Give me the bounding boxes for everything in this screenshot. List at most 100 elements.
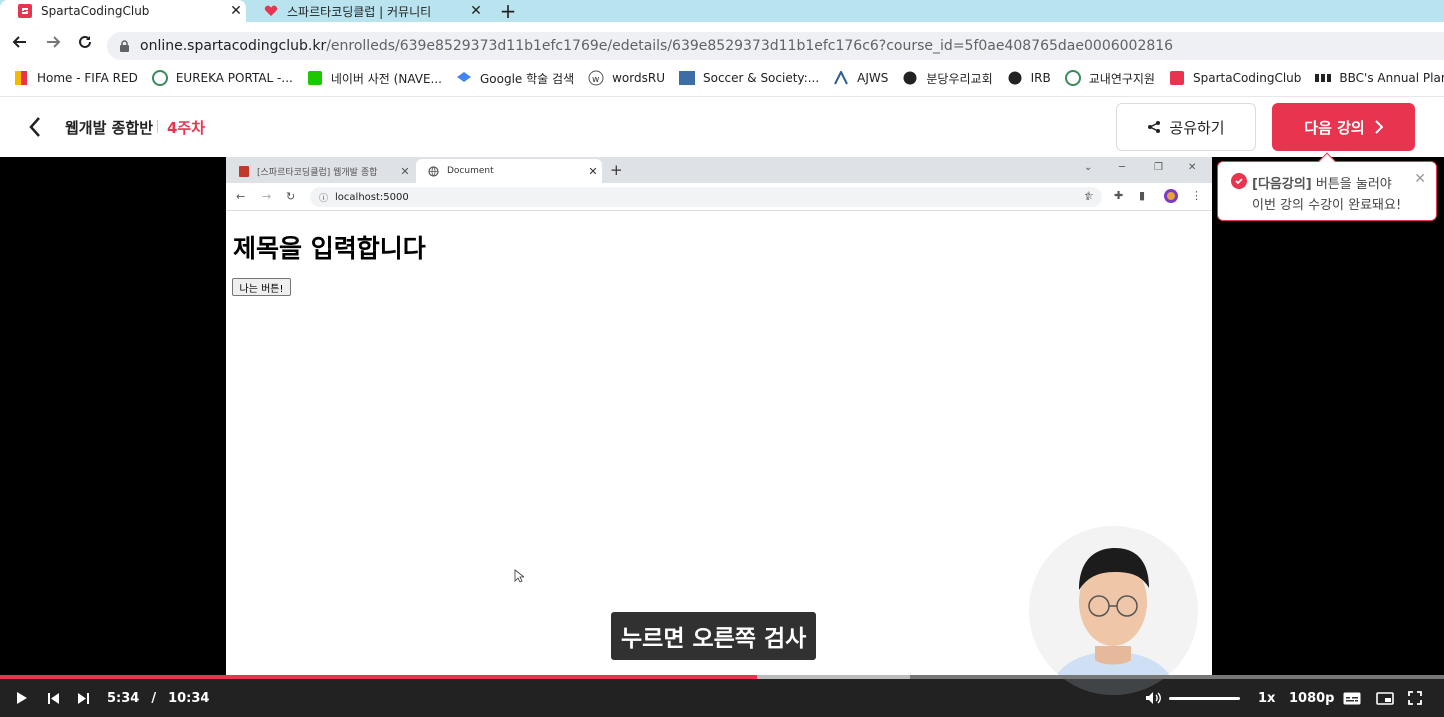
more-menu-icon: ⋮	[1191, 189, 1202, 202]
play-icon[interactable]	[12, 679, 32, 717]
sparta-favicon-icon	[1169, 70, 1185, 86]
url-host: online.spartacodingclub.kr	[140, 38, 327, 54]
profile-avatar-icon	[1164, 189, 1178, 206]
bookmark-item[interactable]: 분당우리교회	[902, 70, 993, 87]
close-tab-icon[interactable]: ✕	[226, 3, 246, 19]
url-bar[interactable]: online.spartacodingclub.kr /enrolleds/63…	[107, 32, 1444, 60]
sidepanel-icon: ▮	[1139, 189, 1146, 202]
inner-tab-lecture: [스파르타코딩클럽] 웹개발 종합 ✕	[226, 159, 414, 183]
bbc-icon	[1315, 70, 1332, 86]
next-lecture-tooltip: [다음강의] 버튼을 눌러야 이번 강의 수강이 완료돼요! ✕	[1217, 152, 1437, 221]
bookmark-item[interactable]: Google 학술 검색	[456, 70, 574, 87]
new-tab-icon: +	[610, 161, 623, 179]
bookmark-item[interactable]: 교내연구지원	[1064, 70, 1155, 87]
info-icon: ⓘ	[319, 193, 329, 204]
bookmarks-bar: Home - FIFA RED EUREKA PORTAL -... 네이버 사…	[0, 62, 1444, 94]
book-icon	[238, 165, 249, 177]
share-icon	[1147, 120, 1161, 134]
bookmark-label: Google 학술 검색	[480, 71, 575, 86]
back-arrow-icon[interactable]	[28, 115, 48, 139]
bookmark-item[interactable]: Soccer & Society:...	[678, 70, 820, 86]
inner-url-bar: ⓘ localhost:5000 ⇪	[310, 187, 1102, 207]
globe-icon	[428, 165, 439, 177]
close-tab-icon[interactable]: ✕	[466, 3, 486, 19]
bookmark-item[interactable]: BBC's Annual Plan...	[1315, 70, 1444, 86]
inner-browser-tabbar: [스파르타코딩클럽] 웹개발 종합 ✕ Document ✕ + ⌄ ─ ❐ ✕	[226, 157, 1212, 183]
wordsru-icon: w	[588, 70, 604, 86]
bookmark-item[interactable]: SpartaCodingClub	[1169, 70, 1301, 86]
course-week: 4주차	[167, 119, 206, 137]
browser-tab-community[interactable]: 스파르타코딩클럽 | 커뮤니티 ✕	[246, 0, 486, 22]
google-scholar-icon	[456, 70, 472, 86]
back-icon: ←	[236, 190, 246, 203]
bookmark-label: AJWS	[857, 71, 889, 85]
extensions-icon: ✚	[1114, 189, 1124, 202]
bookmark-item[interactable]: IRB	[1007, 70, 1051, 86]
eureka-icon	[1064, 70, 1081, 86]
tab-title: 스파르타코딩클럽 | 커뮤니티	[287, 4, 432, 19]
bookmark-label: Home - FIFA RED	[37, 71, 138, 85]
restore-icon: ❐	[1154, 162, 1163, 173]
bookmark-label: IRB	[1030, 71, 1051, 85]
close-window-icon: ✕	[1188, 162, 1197, 173]
time-display: 5:34 / 10:34	[107, 679, 209, 717]
lock-icon	[119, 39, 130, 53]
heart-favicon-icon	[264, 4, 278, 18]
picture-in-picture-icon[interactable]	[1375, 679, 1395, 717]
bookmark-label: Soccer & Society:...	[702, 71, 820, 85]
video-player[interactable]: [스파르타코딩클럽] 웹개발 종합 ✕ Document ✕ + ⌄ ─ ❐ ✕…	[0, 157, 1444, 717]
mouse-cursor-icon	[514, 568, 526, 587]
next-lecture-button[interactable]: 다음 강의	[1272, 103, 1415, 151]
bookmark-label: 분당우리교회	[926, 71, 993, 86]
inner-url: localhost:5000	[335, 191, 409, 203]
bookmark-item[interactable]: 네이버 사전 (NAVE...	[307, 70, 442, 87]
video-controls: 5:34 / 10:34 1x 1080p	[0, 679, 1444, 717]
bookmark-item[interactable]: Home - FIFA RED	[13, 70, 138, 86]
fullscreen-icon[interactable]	[1405, 679, 1425, 717]
page-heading: 제목을 입력합니다	[233, 234, 426, 263]
fifa-icon	[13, 70, 29, 86]
bookmark-label: 네이버 사전 (NAVE...	[330, 71, 442, 86]
chevron-right-icon	[1375, 120, 1383, 134]
new-tab-button[interactable]: +	[498, 0, 518, 22]
back-icon[interactable]	[10, 32, 30, 52]
bookmark-label: BBC's Annual Plan...	[1339, 71, 1444, 85]
next-icon[interactable]	[73, 679, 93, 717]
previous-icon[interactable]	[43, 679, 63, 717]
video-subtitle: 누르면 오른쪽 검사	[611, 612, 817, 660]
globe-icon	[1007, 70, 1023, 86]
tooltip-line1: [다음강의] 버튼을 눌러야	[1252, 173, 1392, 192]
time-separator: /	[151, 690, 157, 706]
svg-text:w: w	[592, 75, 599, 85]
close-tooltip-icon[interactable]: ✕	[1414, 171, 1426, 187]
close-tab-icon: ✕	[588, 164, 598, 178]
inner-tab-title: [스파르타코딩클럽] 웹개발 종합	[257, 167, 378, 178]
forward-icon[interactable]	[43, 32, 63, 52]
playback-speed[interactable]: 1x	[1258, 679, 1275, 717]
browser-tab-sparta[interactable]: SpartaCodingClub ✕	[0, 0, 246, 22]
reload-icon: ↻	[286, 190, 296, 203]
quality-selector[interactable]: 1080p	[1289, 679, 1335, 717]
tooltip-bold: [다음강의]	[1252, 177, 1312, 192]
next-lecture-label: 다음 강의	[1304, 118, 1365, 137]
sparta-favicon-icon	[18, 4, 32, 18]
volume-slider[interactable]	[1169, 697, 1240, 700]
duration: 10:34	[168, 690, 210, 706]
bookmark-item[interactable]: EUREKA PORTAL -...	[151, 70, 293, 86]
bookmark-item[interactable]: AJWS	[833, 70, 888, 86]
bookmark-label: wordsRU	[612, 71, 665, 85]
check-icon	[1231, 173, 1247, 189]
divider	[157, 120, 158, 133]
browser-tabbar: SpartaCodingClub ✕ 스파르타코딩클럽 | 커뮤니티 ✕ +	[0, 0, 1444, 22]
tab-title: SpartaCodingClub	[41, 4, 150, 18]
reload-icon[interactable]	[75, 32, 95, 52]
forward-icon: →	[262, 190, 272, 203]
captions-icon[interactable]	[1342, 679, 1362, 717]
url-path: /enrolleds/639e8529373d11b1efc1769e/edet…	[326, 38, 1174, 54]
share-button[interactable]: 공유하기	[1116, 103, 1256, 151]
globe-icon	[902, 70, 918, 86]
bookmark-item[interactable]: w wordsRU	[588, 70, 665, 86]
volume-icon[interactable]	[1143, 679, 1163, 717]
inner-tab-document: Document ✕	[416, 159, 602, 183]
tooltip-line2: 이번 강의 수강이 완료돼요!	[1252, 198, 1402, 213]
